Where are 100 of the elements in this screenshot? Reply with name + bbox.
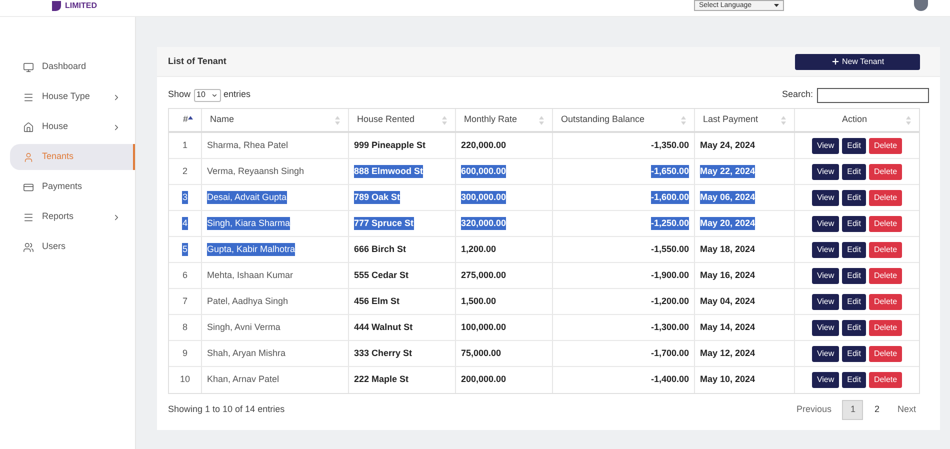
- list-icon: [23, 212, 34, 222]
- column-header[interactable]: #: [169, 109, 202, 131]
- page-size-select[interactable]: 10: [194, 88, 221, 102]
- table-cell-text: -1,900.00: [650, 268, 689, 282]
- edit-button[interactable]: Edit: [842, 294, 866, 310]
- entries-label: entries: [224, 88, 251, 102]
- edit-button[interactable]: Edit: [842, 372, 866, 388]
- avatar[interactable]: [914, 0, 928, 11]
- table-cell-text: -1,300.00: [650, 320, 689, 334]
- delete-button[interactable]: Delete: [868, 190, 902, 206]
- table-cell: 888 Elmwood St: [354, 164, 424, 178]
- search-label: Search:: [782, 88, 813, 102]
- pagination-link[interactable]: Next: [890, 400, 923, 420]
- table-cell-text: -1,700.00: [650, 346, 689, 360]
- table-cell-text: 555 Cedar St: [354, 268, 409, 282]
- edit-button[interactable]: Edit: [842, 190, 866, 206]
- table-cell-text: Verma, Reyaansh Singh: [207, 164, 304, 178]
- table-cell: May 06, 2024: [700, 190, 756, 204]
- page-button[interactable]: 1: [842, 400, 864, 420]
- table-cell-text: 2: [182, 164, 188, 178]
- table-cell-text: May 12, 2024: [700, 346, 756, 360]
- table-cell-text: 1,200.00: [461, 242, 496, 256]
- table-cell: -1,600.00: [650, 190, 689, 204]
- chevron-icon: [112, 122, 121, 132]
- delete-button[interactable]: Delete: [868, 320, 902, 336]
- view-button[interactable]: View: [812, 242, 840, 258]
- table-cell-text: Patel, Aadhya Singh: [207, 294, 288, 308]
- delete-button[interactable]: Delete: [868, 268, 902, 284]
- table-cell-text: 10: [180, 373, 190, 386]
- column-header[interactable]: Name: [202, 109, 349, 131]
- table-cell-text: 8: [182, 320, 188, 334]
- view-button[interactable]: View: [812, 190, 840, 206]
- sidebar-item[interactable]: Reports: [10, 204, 135, 230]
- table-cell-text: May 24, 2024: [700, 138, 756, 152]
- delete-button[interactable]: Delete: [868, 216, 902, 232]
- table-cell: 320,000.00: [461, 216, 506, 230]
- edit-button[interactable]: Edit: [842, 346, 866, 362]
- edit-button[interactable]: Edit: [842, 268, 866, 284]
- new-tenant-button[interactable]: New Tenant: [795, 54, 920, 70]
- logo-icon: [52, 1, 61, 11]
- table-cell-text: 666 Birch St: [354, 242, 406, 256]
- table-cell-text: 220,000.00: [461, 138, 506, 152]
- column-header[interactable]: Last Payment: [695, 109, 795, 131]
- delete-button[interactable]: Delete: [868, 242, 902, 258]
- user-icon: [23, 152, 34, 162]
- logo-text: LIMITED: [65, 2, 97, 10]
- entries-info: Showing 1 to 10 of 14 entries: [168, 403, 285, 416]
- caret-icon: [774, 4, 779, 7]
- table-cell-text: 75,000.00: [461, 346, 502, 360]
- monitor-icon: [23, 62, 34, 72]
- delete-button[interactable]: Delete: [868, 372, 902, 388]
- sidebar-item[interactable]: Users: [10, 234, 135, 260]
- table-cell: Gupta, Kabir Malhotra: [207, 242, 296, 256]
- table-cell-text: -1,350.00: [650, 138, 689, 152]
- table-cell-text: 1,500.00: [461, 294, 496, 308]
- column-header[interactable]: Monthly Rate: [456, 109, 553, 131]
- sidebar-item[interactable]: Payments: [10, 174, 135, 200]
- view-button[interactable]: View: [812, 268, 840, 284]
- table-cell-text: 456 Elm St: [354, 294, 400, 308]
- column-header[interactable]: Action: [795, 109, 919, 131]
- edit-button[interactable]: Edit: [842, 216, 866, 232]
- card-title: List of Tenant: [168, 54, 226, 68]
- table-cell-text: -1,400.00: [650, 373, 689, 386]
- sidebar-item[interactable]: House Type: [10, 84, 135, 110]
- view-button[interactable]: View: [812, 294, 840, 310]
- edit-button[interactable]: Edit: [842, 138, 866, 154]
- pagination-link[interactable]: Previous: [789, 400, 838, 420]
- table-cell-text: Khan, Arnav Patel: [207, 373, 280, 386]
- edit-button[interactable]: Edit: [842, 242, 866, 258]
- sidebar-item[interactable]: Dashboard: [10, 54, 135, 80]
- edit-button[interactable]: Edit: [842, 320, 866, 336]
- table-cell: 4: [182, 216, 188, 230]
- view-button[interactable]: View: [812, 320, 840, 336]
- table-cell-text: 333 Cherry St: [354, 346, 412, 360]
- table-cell: Singh, Kiara Sharma: [207, 216, 290, 230]
- table-cell-text: 100,000.00: [461, 320, 506, 334]
- view-button[interactable]: View: [812, 164, 840, 180]
- delete-button[interactable]: Delete: [868, 346, 902, 362]
- edit-button[interactable]: Edit: [842, 164, 866, 180]
- table-cell-text: 275,000.00: [461, 268, 506, 282]
- table-cell-text: May 18, 2024: [700, 242, 756, 256]
- delete-button[interactable]: Delete: [868, 294, 902, 310]
- delete-button[interactable]: Delete: [868, 138, 902, 154]
- table-cell-text: 200,000.00: [461, 373, 506, 386]
- column-header[interactable]: House Rented: [349, 109, 456, 131]
- show-label: Show: [168, 88, 191, 102]
- delete-button[interactable]: Delete: [868, 164, 902, 180]
- page-button[interactable]: 2: [867, 400, 886, 420]
- table-cell-text: -1,550.00: [650, 242, 689, 256]
- view-button[interactable]: View: [812, 372, 840, 388]
- table-cell: 300,000.00: [461, 190, 506, 204]
- view-button[interactable]: View: [812, 216, 840, 232]
- users-icon: [23, 242, 34, 252]
- table-cell-text: 7: [182, 294, 188, 308]
- column-header[interactable]: Outstanding Balance: [553, 109, 695, 131]
- search-field[interactable]: [817, 88, 929, 102]
- view-button[interactable]: View: [812, 346, 840, 362]
- sidebar-item[interactable]: House: [10, 114, 135, 140]
- caret-icon: [210, 92, 218, 98]
- view-button[interactable]: View: [812, 138, 840, 154]
